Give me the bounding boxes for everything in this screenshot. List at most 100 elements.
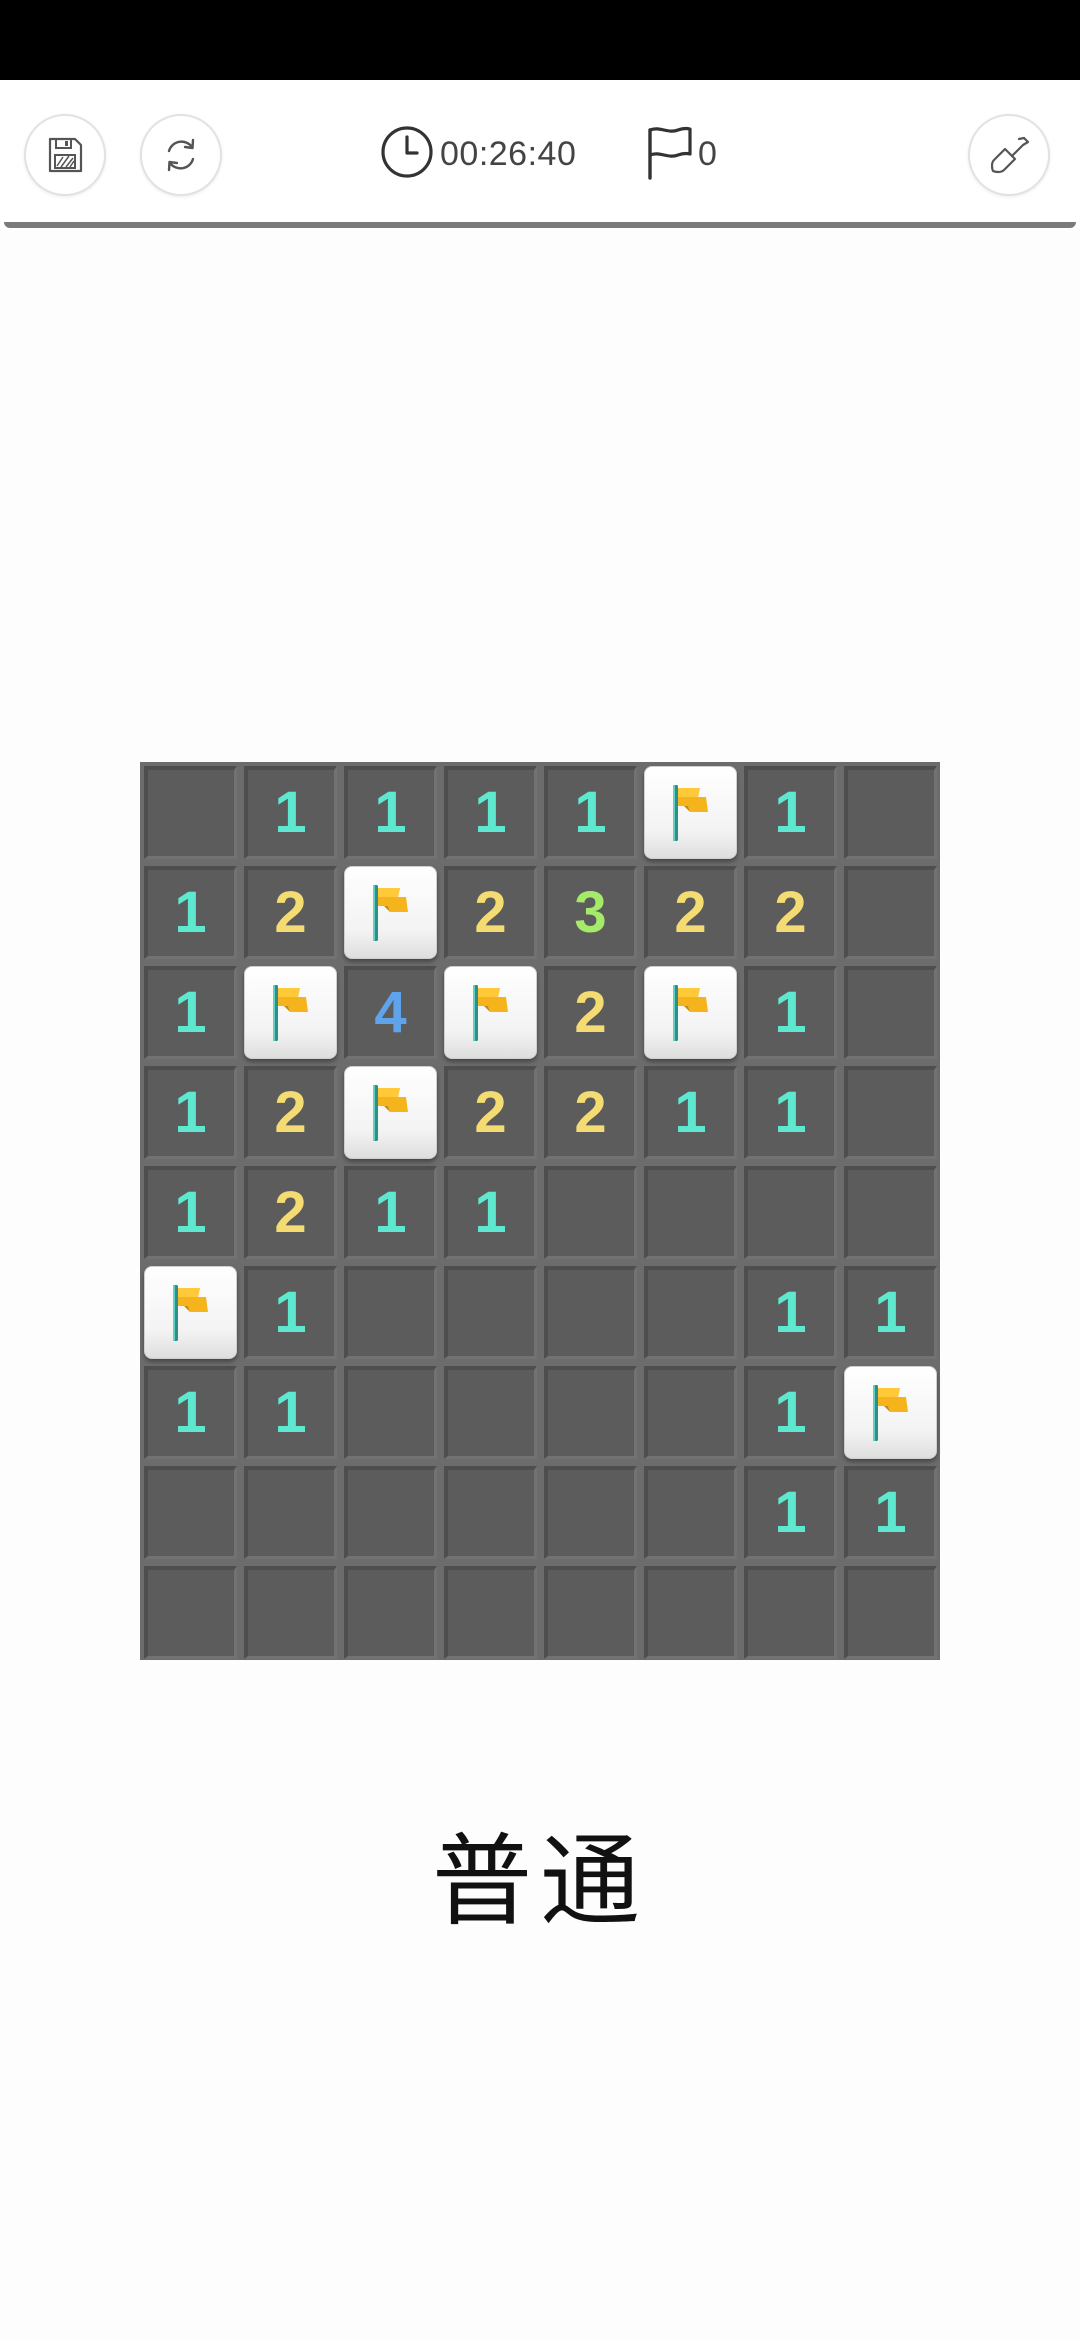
number-cell[interactable]: 1 — [743, 765, 837, 859]
number-cell[interactable]: 2 — [543, 965, 637, 1059]
empty-cell[interactable] — [643, 1465, 737, 1559]
empty-cell[interactable] — [143, 1465, 237, 1559]
empty-cell[interactable] — [643, 1365, 737, 1459]
flag-count: 0 — [698, 134, 717, 173]
empty-cell[interactable] — [543, 1565, 637, 1659]
cell-number: 1 — [774, 980, 807, 1045]
empty-cell[interactable] — [443, 1565, 537, 1659]
empty-cell[interactable] — [743, 1565, 837, 1659]
empty-cell[interactable] — [643, 1565, 737, 1659]
number-cell[interactable]: 1 — [743, 965, 837, 1059]
number-cell[interactable]: 1 — [143, 1165, 237, 1259]
cell-number: 2 — [274, 1180, 307, 1245]
empty-cell[interactable] — [543, 1465, 637, 1559]
empty-cell[interactable] — [443, 1465, 537, 1559]
shovel-icon — [988, 134, 1030, 176]
cell-number: 2 — [774, 880, 807, 945]
empty-cell[interactable] — [843, 865, 937, 959]
number-cell[interactable]: 1 — [543, 765, 637, 859]
number-cell[interactable]: 1 — [143, 865, 237, 959]
number-cell[interactable]: 1 — [343, 1165, 437, 1259]
empty-cell[interactable] — [843, 1065, 937, 1159]
number-cell[interactable]: 2 — [243, 865, 337, 959]
empty-cell[interactable] — [843, 1165, 937, 1259]
empty-cell[interactable] — [543, 1265, 637, 1359]
number-cell[interactable]: 1 — [443, 1165, 537, 1259]
empty-cell[interactable] — [343, 1565, 437, 1659]
number-cell[interactable]: 1 — [143, 965, 237, 1059]
number-cell[interactable]: 2 — [443, 1065, 537, 1159]
empty-cell[interactable] — [243, 1465, 337, 1559]
number-cell[interactable]: 1 — [243, 1365, 337, 1459]
empty-cell[interactable] — [243, 1565, 337, 1659]
number-cell[interactable]: 2 — [443, 865, 537, 959]
empty-cell[interactable] — [443, 1365, 537, 1459]
flagged-cell[interactable] — [243, 965, 337, 1059]
empty-cell[interactable] — [143, 765, 237, 859]
restart-button[interactable] — [140, 114, 222, 196]
cell-number: 2 — [574, 980, 607, 1045]
cell-number: 1 — [174, 880, 207, 945]
number-cell[interactable]: 2 — [643, 865, 737, 959]
number-cell[interactable]: 1 — [743, 1265, 837, 1359]
number-cell[interactable]: 2 — [243, 1065, 337, 1159]
number-cell[interactable]: 1 — [643, 1065, 737, 1159]
cell-number: 1 — [274, 1380, 307, 1445]
number-cell[interactable]: 1 — [843, 1265, 937, 1359]
number-cell[interactable]: 1 — [743, 1365, 837, 1459]
empty-cell[interactable] — [743, 1165, 837, 1259]
number-cell[interactable]: 3 — [543, 865, 637, 959]
cell-number: 1 — [274, 1280, 307, 1345]
number-cell[interactable]: 1 — [243, 765, 337, 859]
number-cell[interactable]: 1 — [143, 1365, 237, 1459]
empty-cell[interactable] — [143, 1565, 237, 1659]
number-cell[interactable]: 2 — [543, 1065, 637, 1159]
cell-number: 1 — [374, 1180, 407, 1245]
empty-cell[interactable] — [843, 765, 937, 859]
cell-number: 1 — [874, 1480, 907, 1545]
empty-cell[interactable] — [343, 1465, 437, 1559]
number-cell[interactable]: 1 — [343, 765, 437, 859]
number-cell[interactable]: 2 — [243, 1165, 337, 1259]
number-cell[interactable]: 4 — [343, 965, 437, 1059]
cell-number: 1 — [174, 1180, 207, 1245]
flag-icon — [862, 1379, 918, 1445]
flagged-cell[interactable] — [143, 1265, 237, 1359]
empty-cell[interactable] — [343, 1365, 437, 1459]
cell-number: 1 — [474, 780, 507, 845]
empty-cell[interactable] — [843, 965, 937, 1059]
cell-number: 1 — [174, 980, 207, 1045]
number-cell[interactable]: 1 — [143, 1065, 237, 1159]
empty-cell[interactable] — [543, 1365, 637, 1459]
status-bar — [0, 0, 1080, 80]
flagged-cell[interactable] — [443, 965, 537, 1059]
cell-number: 2 — [474, 880, 507, 945]
empty-cell[interactable] — [843, 1565, 937, 1659]
empty-cell[interactable] — [443, 1265, 537, 1359]
minefield-board: 1 1 1 1 1 1 2 2 3 2 2 1 4 2 1 1 2 2 2 1 1 1 2 1 1 1 1 1 1 1 1 1 1 — [140, 762, 940, 1660]
number-cell[interactable]: 1 — [843, 1465, 937, 1559]
empty-cell[interactable] — [643, 1265, 737, 1359]
flagged-cell[interactable] — [343, 1065, 437, 1159]
cell-number: 1 — [174, 1080, 207, 1145]
number-cell[interactable]: 1 — [743, 1065, 837, 1159]
difficulty-label: 普通 — [432, 1823, 648, 1940]
dig-tool-button[interactable] — [968, 114, 1050, 196]
number-cell[interactable]: 1 — [743, 1465, 837, 1559]
save-button[interactable] — [24, 114, 106, 196]
cell-number: 2 — [274, 1080, 307, 1145]
toolbar-divider — [4, 222, 1076, 228]
empty-cell[interactable] — [643, 1165, 737, 1259]
flagged-cell[interactable] — [643, 965, 737, 1059]
number-cell[interactable]: 2 — [743, 865, 837, 959]
number-cell[interactable]: 1 — [243, 1265, 337, 1359]
restart-icon — [160, 134, 202, 176]
cell-number: 2 — [274, 880, 307, 945]
number-cell[interactable]: 1 — [443, 765, 537, 859]
empty-cell[interactable] — [343, 1265, 437, 1359]
flagged-cell[interactable] — [843, 1365, 937, 1459]
empty-cell[interactable] — [543, 1165, 637, 1259]
flagged-cell[interactable] — [643, 765, 737, 859]
flagged-cell[interactable] — [343, 865, 437, 959]
flag-icon — [362, 1079, 418, 1145]
